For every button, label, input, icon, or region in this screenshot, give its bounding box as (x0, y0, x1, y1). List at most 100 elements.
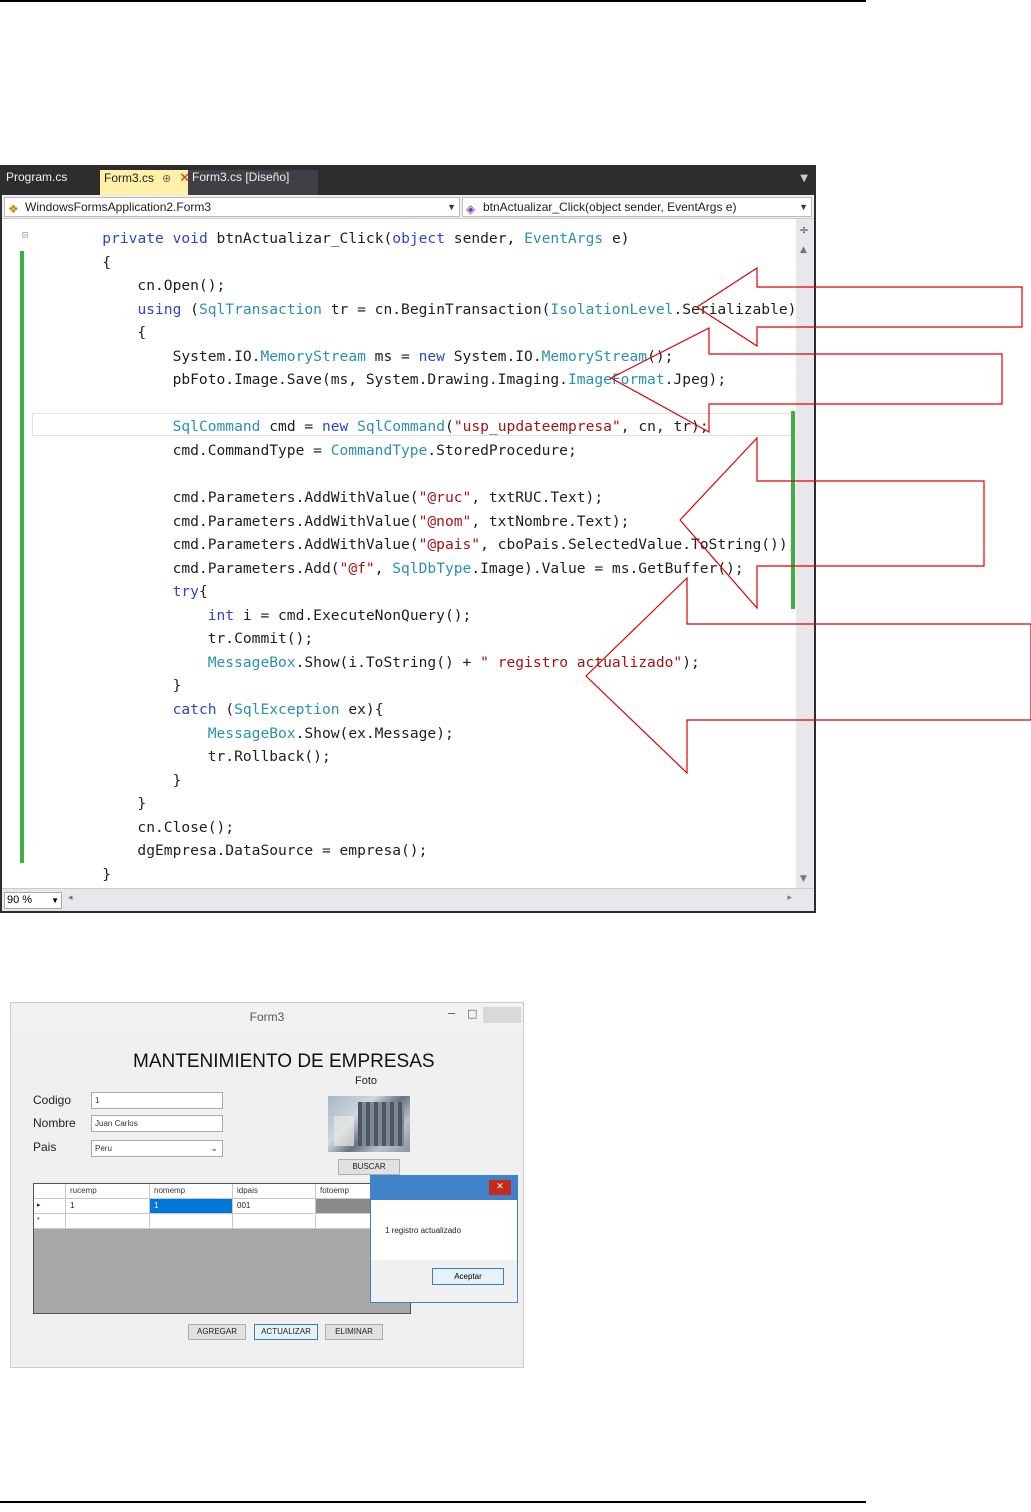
maximize-icon[interactable]: □ (467, 1007, 477, 1020)
tab-label: Form3.cs [Diseño] (192, 170, 290, 184)
navigation-bar: ❖ WindowsFormsApplication2.Form3 ▼ ◈ btn… (2, 195, 814, 219)
code-line[interactable]: using (SqlTransaction tr = cn.BeginTrans… (32, 298, 805, 322)
minimize-icon[interactable]: − (447, 1007, 456, 1020)
row-marker: ▸ (34, 1199, 66, 1214)
code-line[interactable]: } (32, 792, 797, 816)
code-line[interactable]: cmd.Parameters.AddWithValue("@ruc", txtR… (32, 486, 797, 510)
eliminar-button[interactable]: ELIMINAR (325, 1324, 383, 1340)
aceptar-button[interactable]: Aceptar (432, 1268, 504, 1285)
code-line[interactable]: SqlCommand cmd = new SqlCommand("usp_upd… (32, 415, 797, 439)
form3-window: Form3 − □ MANTENIMIENTO DE EMPRESAS Foto… (10, 1002, 524, 1368)
nombre-label: Nombre (33, 1116, 76, 1130)
splitter-icon[interactable]: ÷ (799, 223, 809, 237)
pin-icon[interactable]: ⊕ (162, 173, 171, 185)
class-name: WindowsFormsApplication2.Form3 (25, 200, 212, 214)
close-button[interactable] (483, 1007, 521, 1023)
tab-label: Program.cs (6, 170, 68, 184)
chevron-down-icon: ▼ (447, 202, 456, 212)
code-editor[interactable]: ⊟ private void btnActualizar_Click(objec… (2, 219, 814, 888)
empresas-grid[interactable]: rucemp nomemp idpais fotoemp ▸ 1 1 001 *… (33, 1183, 411, 1314)
editor-gutter: ⊟ (2, 219, 32, 888)
code-line[interactable]: System.IO.MemoryStream ms = new System.I… (32, 345, 797, 369)
top-rule (0, 0, 866, 2)
code-line[interactable]: private void btnActualizar_Click(object … (32, 227, 797, 251)
codigo-label: Codigo (33, 1093, 72, 1107)
scroll-left-icon[interactable]: ◂ (68, 893, 73, 903)
grid-cell[interactable]: 001 (233, 1199, 316, 1214)
grid-cell[interactable] (150, 1214, 233, 1229)
member-name: btnActualizar_Click(object sender, Event… (483, 200, 737, 214)
grid-header-row: rucemp nomemp idpais fotoemp (34, 1184, 410, 1199)
company-photo (328, 1096, 410, 1152)
close-icon[interactable]: ✕ (489, 1180, 511, 1195)
document-tab-bar: Program.cs Form3.cs ⊕ ✕ Form3.cs [Diseño] … (2, 167, 814, 195)
scroll-right-icon[interactable]: ▸ (787, 893, 792, 903)
code-line[interactable]: int i = cmd.ExecuteNonQuery(); (32, 604, 797, 628)
code-line[interactable]: cmd.CommandType = CommandType.StoredProc… (32, 439, 797, 463)
code-line[interactable]: cmd.Parameters.Add("@f", SqlDbType.Image… (32, 557, 797, 581)
nombre-input[interactable]: Juan Carlos (91, 1115, 223, 1132)
message-box-footer: Aceptar (371, 1260, 517, 1302)
tab-label: Form3.cs (104, 171, 155, 185)
codigo-input[interactable]: 1 (91, 1092, 223, 1109)
code-line[interactable]: try{ (32, 580, 797, 604)
agregar-button[interactable]: AGREGAR (188, 1324, 246, 1340)
code-line[interactable]: MessageBox.Show(i.ToString() + " registr… (32, 651, 797, 675)
code-line[interactable]: { (32, 321, 797, 345)
grid-cell[interactable] (66, 1214, 150, 1229)
code-line[interactable]: tr.Rollback(); (32, 745, 797, 769)
message-box: ✕ 1 registro actualizado Aceptar (370, 1175, 518, 1303)
zoom-dropdown[interactable]: 90 % ▼ (4, 892, 62, 909)
scroll-up-icon[interactable]: ▲ (800, 245, 807, 255)
class-dropdown[interactable]: ❖ WindowsFormsApplication2.Form3 ▼ (4, 197, 460, 217)
code-line[interactable]: catch (SqlException ex){ (32, 698, 797, 722)
code-line[interactable] (32, 463, 797, 487)
tab-form3-designer[interactable]: Form3.cs [Diseño] (188, 170, 318, 195)
collapse-icon[interactable]: ⊟ (22, 230, 28, 241)
row-marker: * (34, 1214, 66, 1229)
code-line[interactable]: cmd.Parameters.AddWithValue("@pais", cbo… (32, 533, 797, 557)
zoom-value: 90 % (7, 894, 33, 906)
code-line[interactable]: MessageBox.Show(ex.Message); (32, 722, 797, 746)
class-icon: ❖ (8, 202, 19, 216)
bottom-rule (0, 1501, 866, 1503)
chevron-down-icon: ⌄ (210, 1143, 218, 1153)
vertical-scrollbar[interactable]: ÷ ▲ ▼ (796, 219, 814, 888)
overview-change-marker (791, 411, 795, 609)
grid-cell[interactable]: 1 (66, 1199, 150, 1214)
chevron-down-icon: ▼ (799, 202, 808, 212)
code-line[interactable]: pbFoto.Image.Save(ms, System.Drawing.Ima… (32, 368, 797, 392)
code-line[interactable]: } (32, 769, 797, 793)
grid-header-cell[interactable]: rucemp (66, 1184, 150, 1199)
grid-cell-selected[interactable]: 1 (150, 1199, 233, 1214)
table-row[interactable]: * ⊠ (34, 1214, 410, 1229)
code-line[interactable]: { (32, 251, 797, 275)
pais-select[interactable]: Peru ⌄ (91, 1140, 223, 1157)
code-line[interactable]: } (32, 863, 797, 887)
code-line[interactable]: cn.Close(); (32, 816, 797, 840)
scroll-down-icon[interactable]: ▼ (800, 874, 807, 884)
buscar-button[interactable]: BUSCAR (338, 1159, 400, 1175)
grid-cell[interactable] (233, 1214, 316, 1229)
actualizar-button[interactable]: ACTUALIZAR (254, 1324, 318, 1340)
method-icon: ◈ (466, 202, 476, 216)
code-line[interactable]: cmd.Parameters.AddWithValue("@nom", txtN… (32, 510, 797, 534)
chevron-down-icon[interactable]: ▼ (800, 173, 808, 184)
message-text: 1 registro actualizado (385, 1226, 462, 1235)
code-editor-window: Program.cs Form3.cs ⊕ ✕ Form3.cs [Diseño] … (0, 165, 816, 913)
code-line[interactable] (32, 392, 797, 416)
code-line[interactable]: cn.Open(); (32, 274, 797, 298)
grid-header-cell[interactable]: idpais (233, 1184, 316, 1199)
editor-status-bar: 90 % ▼ ◂ ▸ (2, 888, 814, 911)
foto-label: Foto (355, 1075, 378, 1087)
chevron-down-icon: ▼ (51, 896, 59, 905)
member-dropdown[interactable]: ◈ btnActualizar_Click(object sender, Eve… (462, 197, 812, 217)
tab-form3-cs[interactable]: Form3.cs ⊕ ✕ (100, 170, 190, 195)
tab-program-cs[interactable]: Program.cs (2, 170, 98, 195)
code-line[interactable]: dgEmpresa.DataSource = empresa(); (32, 839, 797, 863)
table-row[interactable]: ▸ 1 1 001 (34, 1199, 410, 1214)
code-line[interactable]: tr.Commit(); (32, 627, 797, 651)
code-line[interactable]: } (32, 674, 797, 698)
grid-header-cell[interactable]: nomemp (150, 1184, 233, 1199)
window-title: Form3 (249, 1010, 285, 1024)
